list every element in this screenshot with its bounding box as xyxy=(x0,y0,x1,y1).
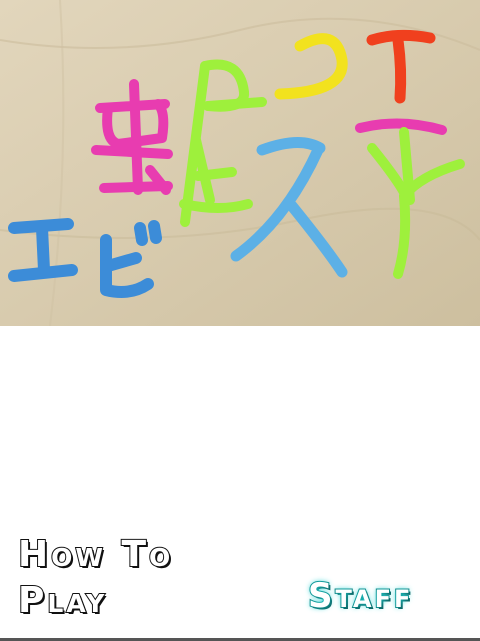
main-menu: How To Play Staff xyxy=(0,326,480,638)
clay-letters-title-logo xyxy=(0,0,480,326)
staff-button[interactable]: Staff xyxy=(307,575,413,617)
how-to-play-button[interactable]: How To Play xyxy=(17,532,278,624)
title-logo-image xyxy=(0,0,480,326)
